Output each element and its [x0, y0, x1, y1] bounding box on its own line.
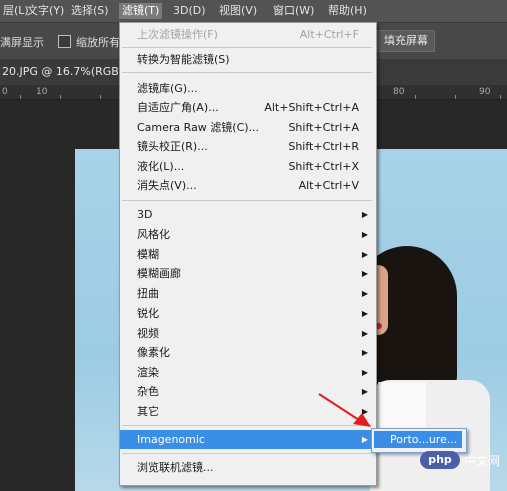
ruler-tick-mark: [60, 95, 61, 99]
php-logo: php: [420, 451, 460, 469]
menu-item-label: 其它: [137, 405, 159, 418]
menu-item-filter-gallery[interactable]: 滤镜库(G)...: [120, 79, 376, 98]
menu-item-label: 3D: [137, 208, 153, 221]
menu-item-label: Imagenomic: [137, 433, 205, 446]
menu-select[interactable]: 选择(S): [68, 3, 112, 19]
menu-separator: [122, 47, 372, 48]
ruler-tick-mark: [20, 95, 21, 99]
menu-item-liquify[interactable]: 液化(L)... Shift+Ctrl+X: [120, 157, 376, 176]
menu-item-distort[interactable]: 扭曲 ▶: [120, 284, 376, 303]
menu-separator: [122, 72, 372, 73]
menu-item-shortcut: Shift+Ctrl+R: [288, 140, 359, 153]
menu-item-label: Camera Raw 滤镜(C)...: [137, 121, 260, 134]
menu-item-sharpen[interactable]: 锐化 ▶: [120, 304, 376, 323]
scale-all-checkbox[interactable]: [58, 35, 71, 48]
menu-item-adaptive-wide-angle[interactable]: 自适应广角(A)... Alt+Shift+Ctrl+A: [120, 98, 376, 117]
menu-separator: [122, 453, 372, 454]
submenu-arrow-icon: ▶: [361, 368, 368, 377]
submenu-arrow-icon: ▶: [361, 269, 368, 278]
submenu-arrow-icon: ▶: [361, 348, 368, 357]
fit-screen-label[interactable]: 满屏显示: [0, 34, 44, 50]
menu-item-label: 扭曲: [137, 287, 159, 300]
menu-item-lens-correction[interactable]: 镜头校正(R)... Shift+Ctrl+R: [120, 137, 376, 156]
menu-item-last-filter: 上次滤镜操作(F) Alt+Ctrl+F: [120, 25, 376, 44]
menu-item-label: 上次滤镜操作(F): [137, 28, 218, 41]
submenu-arrow-icon: ▶: [361, 250, 368, 259]
menu-item-label: 杂色: [137, 385, 159, 398]
menu-item-3d[interactable]: 3D ▶: [120, 205, 376, 224]
menu-item-label: 模糊画廊: [137, 267, 181, 280]
document-tab[interactable]: 20.JPG @ 16.7%(RGB/8: [2, 65, 130, 78]
menu-item-label: 转换为智能滤镜(S): [137, 53, 230, 66]
ruler-tick-label: 80: [393, 87, 405, 97]
menu-item-pixelate[interactable]: 像素化 ▶: [120, 343, 376, 362]
menu-item-blur[interactable]: 模糊 ▶: [120, 245, 376, 264]
submenu-arrow-icon: ▶: [361, 435, 368, 444]
menu-3d[interactable]: 3D(D): [170, 3, 209, 19]
menu-item-label: 镜头校正(R)...: [137, 140, 208, 153]
watermark: php 中文网: [420, 448, 505, 474]
menu-bar: 层(L) 文字(Y) 选择(S) 滤镜(T) 3D(D) 视图(V) 窗口(W)…: [0, 0, 507, 22]
ruler-tick-mark: [455, 95, 456, 99]
submenu-arrow-icon: ▶: [361, 289, 368, 298]
menu-help[interactable]: 帮助(H): [325, 3, 370, 19]
menu-item-label: 模糊: [137, 248, 159, 261]
menu-item-vanishing-point[interactable]: 消失点(V)... Alt+Ctrl+V: [120, 176, 376, 195]
menu-window[interactable]: 窗口(W): [270, 3, 317, 19]
menu-item-label: 滤镜库(G)...: [137, 82, 198, 95]
ruler-tick-label: 90: [479, 87, 491, 97]
menu-item-shortcut: Alt+Shift+Ctrl+A: [264, 101, 359, 114]
menu-item-convert-smart-filter[interactable]: 转换为智能滤镜(S): [120, 50, 376, 69]
menu-separator: [122, 200, 372, 201]
submenu-arrow-icon: ▶: [361, 230, 368, 239]
submenu-item-portraiture[interactable]: Porto...ure...: [374, 431, 462, 448]
menu-item-label: 视频: [137, 327, 159, 340]
menu-item-label: 像素化: [137, 346, 170, 359]
menu-item-video[interactable]: 视频 ▶: [120, 324, 376, 343]
ruler-tick-mark: [100, 95, 101, 99]
menu-type[interactable]: 文字(Y): [24, 3, 67, 19]
menu-item-label: 自适应广角(A)...: [137, 101, 219, 114]
ruler-tick-label: 10: [36, 87, 48, 97]
menu-item-shortcut: Shift+Ctrl+X: [288, 160, 359, 173]
menu-item-shortcut: Alt+Ctrl+F: [299, 28, 359, 41]
menu-item-camera-raw[interactable]: Camera Raw 滤镜(C)... Shift+Ctrl+A: [120, 118, 376, 137]
menu-item-label: 消失点(V)...: [137, 179, 197, 192]
menu-item-label: 液化(L)...: [137, 160, 185, 173]
ruler-tick-label: 0: [2, 87, 8, 97]
menu-item-label: 浏览联机滤镜...: [137, 461, 214, 474]
ruler-tick-mark: [415, 95, 416, 99]
menu-item-render[interactable]: 渲染 ▶: [120, 363, 376, 382]
menu-item-blur-gallery[interactable]: 模糊画廊 ▶: [120, 264, 376, 283]
menu-item-label: 渲染: [137, 366, 159, 379]
menu-item-label: 风格化: [137, 228, 170, 241]
submenu-arrow-icon: ▶: [361, 309, 368, 318]
menu-item-label: 锐化: [137, 307, 159, 320]
menu-item-browse-online-filters[interactable]: 浏览联机滤镜...: [120, 458, 376, 477]
submenu-arrow-icon: ▶: [361, 210, 368, 219]
scale-all-label: 缩放所有: [76, 36, 120, 49]
menu-view[interactable]: 视图(V): [216, 3, 260, 19]
watermark-site-label: 中文网: [464, 454, 501, 468]
menu-item-stylize[interactable]: 风格化 ▶: [120, 225, 376, 244]
menu-filter[interactable]: 滤镜(T): [119, 3, 163, 19]
menu-item-shortcut: Alt+Ctrl+V: [298, 179, 359, 192]
submenu-arrow-icon: ▶: [361, 329, 368, 338]
annotation-arrow-icon: [318, 393, 371, 427]
menu-item-shortcut: Shift+Ctrl+A: [288, 121, 359, 134]
fill-screen-button[interactable]: 填充屏幕: [377, 30, 435, 52]
menu-item-imagenomic[interactable]: Imagenomic ▶: [120, 430, 376, 449]
ruler-tick-mark: [500, 95, 501, 99]
